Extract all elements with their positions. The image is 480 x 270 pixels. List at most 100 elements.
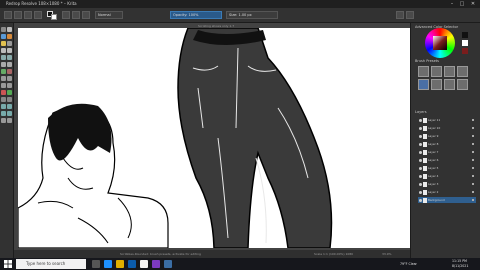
task-view-icon[interactable] <box>92 260 100 268</box>
color-sampler-icon[interactable] <box>1 90 6 95</box>
fill-tool-icon[interactable] <box>7 90 12 95</box>
select-shapes-icon[interactable] <box>1 27 6 32</box>
lock-icon[interactable] <box>472 199 474 201</box>
eye-icon[interactable] <box>419 150 422 154</box>
lock-icon[interactable] <box>472 127 474 129</box>
pan-tool-icon[interactable] <box>7 118 12 123</box>
brush-tool-icon[interactable] <box>1 41 6 46</box>
transform-tool-icon[interactable] <box>1 76 6 81</box>
lock-icon[interactable] <box>472 159 474 161</box>
layer-row[interactable]: Layer 11 <box>418 117 476 123</box>
multibrush-icon[interactable] <box>7 69 12 74</box>
zoom-tool-icon[interactable] <box>1 118 6 123</box>
store-icon[interactable] <box>128 260 136 268</box>
brush-preset-thumb[interactable] <box>444 66 455 77</box>
polyline-tool-icon[interactable] <box>7 55 12 60</box>
blend-mode-select[interactable]: Normal <box>95 11 123 19</box>
ellipse-select-icon[interactable] <box>7 104 12 109</box>
freehand-select-icon[interactable] <box>1 111 6 116</box>
layer-row[interactable]: Layer 4 <box>418 173 476 179</box>
save-icon[interactable] <box>24 11 32 19</box>
eye-icon[interactable] <box>419 134 422 138</box>
assistant-tool-icon[interactable] <box>1 97 6 102</box>
edit-shapes-icon[interactable] <box>1 34 6 39</box>
lock-icon[interactable] <box>472 191 474 193</box>
crop-tool-icon[interactable] <box>1 83 6 88</box>
close-icon[interactable]: ✕ <box>469 1 477 7</box>
layer-row[interactable]: Background <box>418 197 476 203</box>
open-document-icon[interactable] <box>14 11 22 19</box>
calligraphy-icon[interactable] <box>7 34 12 39</box>
dynamic-brush-icon[interactable] <box>1 69 6 74</box>
eye-icon[interactable] <box>419 158 422 162</box>
wrap-icon[interactable] <box>406 11 414 19</box>
text-tool-icon[interactable] <box>7 27 12 32</box>
brush-preset-thumb[interactable] <box>418 79 429 90</box>
layer-row[interactable]: Layer 3 <box>418 181 476 187</box>
clock-date[interactable]: 8/11/2021 <box>452 264 468 268</box>
brush-preset-icon[interactable] <box>62 11 70 19</box>
eye-icon[interactable] <box>419 174 422 178</box>
eye-icon[interactable] <box>419 142 422 146</box>
eye-icon[interactable] <box>419 190 422 194</box>
polygon-tool-icon[interactable] <box>1 55 6 60</box>
new-document-icon[interactable] <box>4 11 12 19</box>
gradient-icon[interactable] <box>72 11 80 19</box>
brush-preset-thumb[interactable] <box>457 66 468 77</box>
weather-text[interactable]: 79°F Clear <box>400 262 417 266</box>
rect-select-icon[interactable] <box>1 104 6 109</box>
eye-icon[interactable] <box>419 182 422 186</box>
brush-preset-thumb[interactable] <box>431 79 442 90</box>
layer-row[interactable]: Layer 10 <box>418 125 476 131</box>
line-tool-icon[interactable] <box>7 41 12 46</box>
recent-color-swatch[interactable] <box>462 32 468 38</box>
layer-row[interactable]: Layer 8 <box>418 141 476 147</box>
background-color-swatch[interactable] <box>51 14 57 20</box>
lock-icon[interactable] <box>472 135 474 137</box>
gradient-tool-icon[interactable] <box>7 83 12 88</box>
lock-icon[interactable] <box>472 151 474 153</box>
recent-color-swatch[interactable] <box>462 40 468 46</box>
bezier-tool-icon[interactable] <box>1 62 6 67</box>
layer-row[interactable]: Layer 9 <box>418 133 476 139</box>
brush-preset-thumb[interactable] <box>418 66 429 77</box>
lock-icon[interactable] <box>472 119 474 121</box>
pattern-icon[interactable] <box>82 11 90 19</box>
freehand-path-icon[interactable] <box>7 62 12 67</box>
layer-row[interactable]: Layer 7 <box>418 149 476 155</box>
eye-icon[interactable] <box>419 126 422 130</box>
brush-preset-thumb[interactable] <box>457 79 468 90</box>
eye-icon[interactable] <box>419 118 422 122</box>
layer-row[interactable]: Layer 2 <box>418 189 476 195</box>
contiguous-select-icon[interactable] <box>7 111 12 116</box>
undo-icon[interactable] <box>34 11 42 19</box>
layer-row[interactable]: Layer 5 <box>418 165 476 171</box>
brush-preset-thumb[interactable] <box>444 79 455 90</box>
maximize-icon[interactable]: □ <box>458 1 466 7</box>
opacity-slider[interactable]: Opacity: 100% <box>170 11 222 19</box>
color-triangle[interactable] <box>433 36 447 50</box>
taskbar-search-input[interactable]: Type here to search <box>16 259 86 269</box>
brush-preset-thumb[interactable] <box>431 66 442 77</box>
mirror-icon[interactable] <box>396 11 404 19</box>
minimize-icon[interactable]: – <box>448 1 456 7</box>
app-icon[interactable] <box>152 260 160 268</box>
status-zoom[interactable]: 33.9% <box>382 250 392 258</box>
ellipse-tool-icon[interactable] <box>7 48 12 53</box>
measure-tool-icon[interactable] <box>7 97 12 102</box>
layer-row[interactable]: Layer 6 <box>418 157 476 163</box>
lock-icon[interactable] <box>472 175 474 177</box>
lock-icon[interactable] <box>472 167 474 169</box>
windows-start-icon[interactable] <box>3 259 13 269</box>
recent-color-swatch[interactable] <box>462 48 468 54</box>
lock-icon[interactable] <box>472 183 474 185</box>
move-tool-icon[interactable] <box>7 76 12 81</box>
file-explorer-icon[interactable] <box>116 260 124 268</box>
chrome-icon[interactable] <box>140 260 148 268</box>
clock-time[interactable]: 11:15 PM <box>452 259 467 263</box>
drawing-canvas[interactable] <box>18 28 410 248</box>
size-slider[interactable]: Size: 1.00 px <box>226 11 278 19</box>
edge-icon[interactable] <box>104 260 112 268</box>
eye-icon[interactable] <box>419 166 422 170</box>
rectangle-tool-icon[interactable] <box>1 48 6 53</box>
